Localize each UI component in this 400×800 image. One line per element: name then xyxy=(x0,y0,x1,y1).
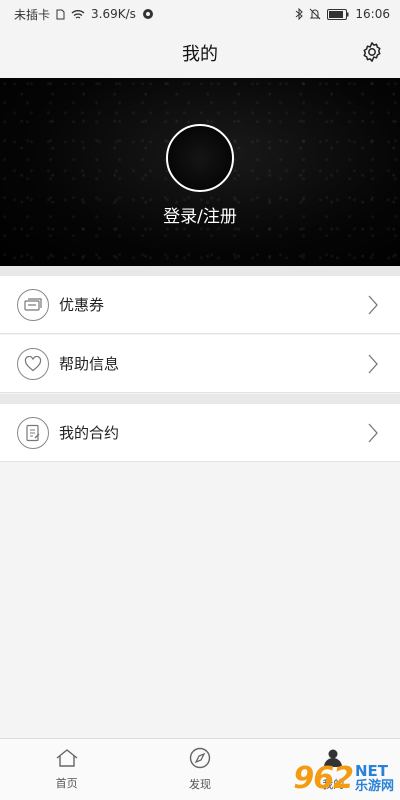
status-bar: 未插卡 3.69K/s 16:06 xyxy=(0,0,400,28)
user-icon xyxy=(322,747,344,773)
menu-item-label: 帮助信息 xyxy=(59,355,120,373)
nav-label: 发现 xyxy=(188,778,211,791)
mute-icon xyxy=(309,8,321,20)
nav-item-discover[interactable]: 发现 xyxy=(133,739,266,800)
menu-item-label: 我的合约 xyxy=(59,424,120,442)
heart-icon xyxy=(17,347,49,380)
chevron-right-icon xyxy=(368,295,378,315)
status-left: 未插卡 3.69K/s xyxy=(14,6,154,23)
avatar[interactable] xyxy=(166,124,234,192)
wifi-icon xyxy=(71,9,85,20)
section-divider xyxy=(0,266,400,276)
compass-icon xyxy=(189,747,211,773)
nav-label: 我的 xyxy=(322,778,345,791)
coupon-icon xyxy=(17,288,49,321)
header: 我的 xyxy=(0,28,400,78)
contract-icon xyxy=(17,416,49,449)
menu-item-label: 优惠券 xyxy=(59,296,105,314)
profile-banner: 登录/注册 xyxy=(0,78,400,266)
menu-item-help[interactable]: 帮助信息 xyxy=(0,335,400,393)
nav-label: 首页 xyxy=(55,777,78,790)
chevron-right-icon xyxy=(368,354,378,374)
nav-item-home[interactable]: 首页 xyxy=(0,739,133,800)
clock: 16:06 xyxy=(355,7,390,21)
status-right: 16:06 xyxy=(295,7,390,21)
settings-button[interactable] xyxy=(360,42,384,66)
sim-card-icon xyxy=(56,9,65,20)
home-icon xyxy=(55,748,79,772)
bottom-nav: 首页 发现 我的 xyxy=(0,738,400,800)
bluetooth-icon xyxy=(295,8,304,20)
menu-item-contracts[interactable]: 我的合约 xyxy=(0,404,400,462)
login-register-link[interactable]: 登录/注册 xyxy=(0,202,400,227)
section-divider xyxy=(0,394,400,404)
network-speed: 3.69K/s xyxy=(91,7,136,21)
page-title: 我的 xyxy=(182,44,218,65)
menu-item-coupons[interactable]: 优惠券 xyxy=(0,276,400,334)
chevron-right-icon xyxy=(368,423,378,443)
carrier-text: 未插卡 xyxy=(14,7,51,22)
nav-item-mine[interactable]: 我的 xyxy=(267,739,400,800)
battery-icon xyxy=(327,8,349,20)
vpn-icon xyxy=(142,8,154,20)
gear-icon xyxy=(361,41,383,67)
